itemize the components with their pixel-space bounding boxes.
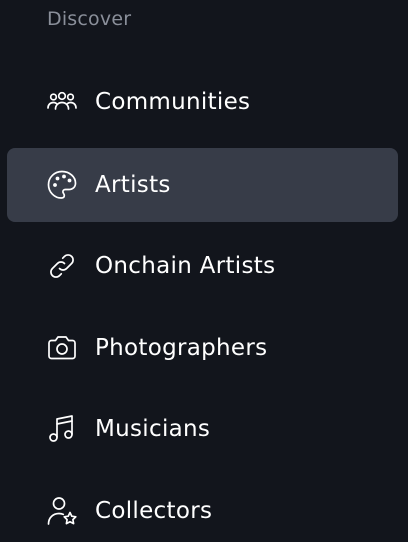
camera-icon <box>45 331 79 365</box>
nav-item-label: Musicians <box>95 416 211 442</box>
user-star-icon <box>45 494 79 528</box>
nav-item-photographers[interactable]: Photographers <box>7 311 398 385</box>
nav-item-label: Communities <box>95 89 251 115</box>
nav-item-artists[interactable]: Artists <box>7 148 398 222</box>
discover-nav: Communities Artists Onchain Artists Phot… <box>0 0 408 542</box>
music-note-icon <box>45 412 79 446</box>
users-group-icon <box>45 85 79 119</box>
nav-item-musicians[interactable]: Musicians <box>7 392 398 466</box>
nav-item-collectors[interactable]: Collectors <box>7 474 398 542</box>
nav-item-label: Onchain Artists <box>95 253 276 279</box>
nav-item-onchain-artists[interactable]: Onchain Artists <box>7 229 398 303</box>
palette-icon <box>45 168 79 202</box>
nav-item-label: Artists <box>95 172 171 198</box>
link-icon <box>45 249 79 283</box>
nav-item-label: Collectors <box>95 498 213 524</box>
nav-item-communities[interactable]: Communities <box>7 65 398 139</box>
nav-item-label: Photographers <box>95 335 268 361</box>
